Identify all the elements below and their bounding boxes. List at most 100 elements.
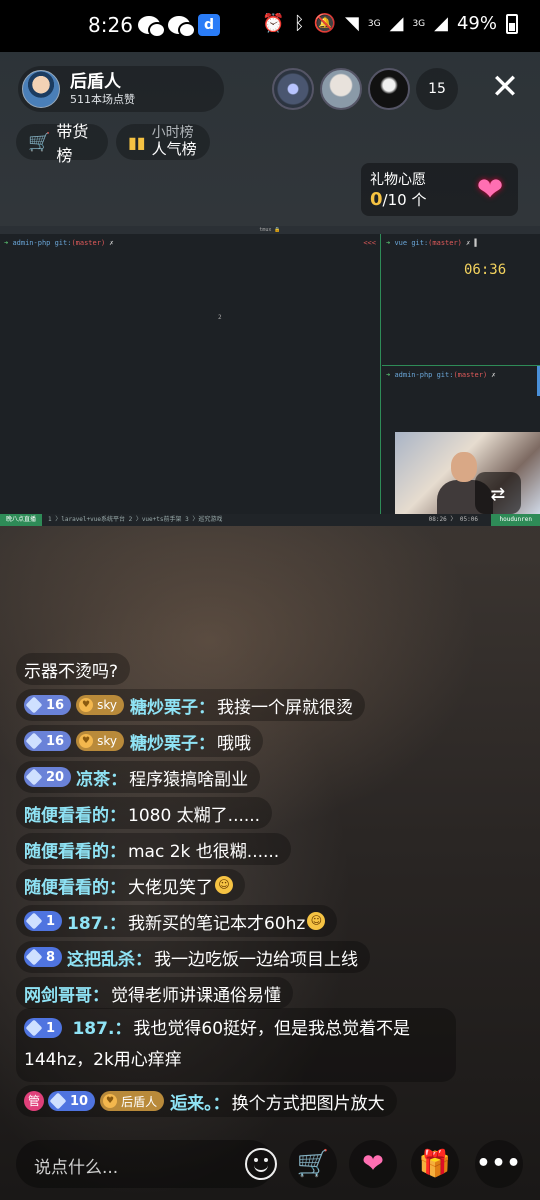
rank-chip[interactable]: ▮▮ 小时榜 人气榜 <box>116 124 210 160</box>
chat-message: 20 凉茶： 程序猿搞啥副业 <box>16 759 486 795</box>
diamond-icon <box>25 732 43 750</box>
viewer-count[interactable]: 15 <box>416 68 458 110</box>
chat-username[interactable]: 随便看看的： <box>24 837 126 862</box>
stream-video[interactable]: tmux 🔒 ➜ admin-php git:(master) ✗ <<< 2 … <box>0 226 540 526</box>
viewer-avatar[interactable] <box>272 68 314 110</box>
chat-message: 随便看看的： 1080 太糊了...... <box>16 795 486 831</box>
chat-username[interactable]: 随便看看的： <box>24 873 126 898</box>
host-likes: 511本场点赞 <box>70 92 135 106</box>
chat-message: 1 187.： 我也觉得60挺好，但是我总觉着不是144hz，2k用心痒痒 <box>16 1008 486 1082</box>
chat-message: 1 187.： 我新买的笔记本才60hz ☺ <box>16 903 486 939</box>
battery-icon <box>506 13 518 34</box>
tmux-host: houdunren <box>491 514 540 526</box>
diamond-icon <box>25 768 43 786</box>
host-info[interactable]: 后盾人 511本场点赞 <box>18 66 224 112</box>
level-badge: 8 <box>24 947 63 967</box>
gift-icon[interactable]: 🎁 <box>411 1140 459 1188</box>
heart-icon: ♥ <box>103 1094 118 1108</box>
chat-username[interactable]: 这把乱杀： <box>67 945 152 970</box>
level-badge: 20 <box>24 767 72 787</box>
chat-list[interactable]: 示器不烫吗? 16 ♥ sky 糖炒栗子： 我接一个屏就很烫 16 ♥ sky 糖炒… <box>16 651 486 1119</box>
chat-username[interactable]: 逅来。： <box>170 1089 230 1114</box>
diamond-icon <box>49 1092 67 1110</box>
fan-badge: ♥ sky <box>76 695 124 715</box>
goods-rank-chip[interactable]: 🛒 带货榜 <box>16 122 108 165</box>
comment-input[interactable]: 说点什么... <box>16 1140 277 1188</box>
hour-rank-label: 小时榜 <box>151 125 194 142</box>
tmux-session: 晚八点直播 <box>0 514 43 526</box>
battery-percent: 49% <box>456 13 497 34</box>
heart-icon: ❤ <box>476 170 504 208</box>
tmux-windows: 1 〉laravel+vue系统平台 2 〉vue+ts前手架 3 〉巡究游戏 <box>48 516 223 523</box>
chat-username[interactable]: 糖炒栗子： <box>130 729 215 754</box>
emoji-icon[interactable] <box>245 1148 277 1180</box>
chat-message: 示器不烫吗? <box>16 651 486 687</box>
diamond-icon <box>25 696 43 714</box>
chat-message: 管 10 ♥ 后盾人 逅来。： 换个方式把图片放大 <box>16 1083 486 1119</box>
system-icons: ⏰ ᛒ 🔕 ◥ 3G ◢ 3G ◢ 49% <box>262 13 518 34</box>
level-badge: 1 <box>24 911 63 931</box>
wish-total: /10 个 <box>382 191 427 209</box>
host-avatar[interactable] <box>22 70 60 108</box>
terminal-pane-left: ➜ admin-php git:(master) ✗ <<< 2 <box>0 234 381 514</box>
heart-icon[interactable]: ❤ <box>349 1140 397 1188</box>
diamond-icon <box>25 1019 43 1037</box>
close-icon[interactable]: ✕ <box>488 70 522 104</box>
chat-message: 随便看看的： mac 2k 也很糊...... <box>16 831 486 867</box>
chat-username[interactable]: 187.： <box>72 1019 131 1039</box>
level-badge: 1 <box>24 1018 63 1038</box>
viewer-avatar[interactable] <box>320 68 362 110</box>
heart-icon: ♥ <box>79 698 94 712</box>
app-notification-icon: d <box>198 14 220 36</box>
gift-wish-card[interactable]: 礼物心愿 0/10 个 ❤ <box>361 163 518 216</box>
host-name: 后盾人 <box>70 72 121 93</box>
comment-placeholder: 说点什么... <box>34 1158 119 1178</box>
chat-username[interactable]: 糖炒栗子： <box>130 693 215 718</box>
chat-username[interactable]: 网剑哥哥： <box>24 981 109 1006</box>
wechat-icon-2 <box>168 16 196 38</box>
manager-badge: 管 <box>24 1091 44 1111</box>
bar-chart-icon: ▮▮ <box>128 132 146 152</box>
prompt-line: ➜ vue git:(master) ✗ ▌ <box>386 239 479 247</box>
cart-icon: 🛒 <box>28 131 51 153</box>
wifi-icon: ◥ <box>345 13 359 34</box>
chat-message: 16 ♥ sky 糖炒栗子： 我接一个屏就很烫 <box>16 687 486 723</box>
rotate-screen-icon[interactable]: ⇄ <box>475 472 521 514</box>
fan-badge: ♥ 后盾人 <box>100 1091 165 1111</box>
pane-content: 2 <box>218 314 222 321</box>
tmux-clock: 08:26 〉 05:06 <box>428 516 478 523</box>
diamond-icon <box>25 948 43 966</box>
viewer-avatar[interactable] <box>368 68 410 110</box>
chat-username[interactable]: 187.： <box>67 909 126 934</box>
wechat-icon <box>138 16 166 38</box>
network-label-2: 3G <box>412 18 426 29</box>
popularity-rank-label: 人气榜 <box>151 140 197 159</box>
network-label: 3G <box>367 18 381 29</box>
prompt-line: ➜ admin-php git:(master) ✗ <box>386 371 496 379</box>
level-badge: 16 <box>24 731 72 751</box>
prompt-line: ➜ admin-php git:(master) ✗ <<< <box>4 239 376 247</box>
chat-message: 网剑哥哥： 觉得老师讲课通俗易懂 <box>16 975 486 1011</box>
bluetooth-icon: ᛒ <box>293 13 305 34</box>
chat-message: 16 ♥ sky 糖炒栗子： 哦哦 <box>16 723 486 759</box>
level-badge: 10 <box>48 1091 96 1111</box>
diamond-icon <box>25 912 43 930</box>
tmux-status-bar: 晚八点直播 1 〉laravel+vue系统平台 2 〉vue+ts前手架 3 〉… <box>0 514 540 526</box>
heart-icon: ♥ <box>79 734 94 748</box>
wish-current: 0 <box>370 189 383 210</box>
wish-title: 礼物心愿 <box>370 172 426 188</box>
viewer-list[interactable]: 15 <box>272 68 458 110</box>
goods-rank-label: 带货榜 <box>56 122 89 165</box>
chat-message: 随便看看的： 大佬见笑了 ☺ <box>16 867 486 903</box>
cart-icon[interactable]: 🛒 <box>289 1140 337 1188</box>
level-badge: 16 <box>24 695 72 715</box>
chat-message: 8 这把乱杀： 我一边吃饭一边给项目上线 <box>16 939 486 975</box>
more-icon[interactable]: ••• <box>475 1140 523 1188</box>
chat-username[interactable]: 凉茶： <box>76 765 127 790</box>
notification-icons: d <box>138 14 220 38</box>
chat-username[interactable]: 随便看看的： <box>24 801 126 826</box>
laughing-emoji-icon: ☺ <box>215 876 233 894</box>
stream-clock: 06:36 <box>464 262 507 278</box>
alarm-icon: ⏰ <box>262 13 285 34</box>
mute-icon: 🔕 <box>313 13 337 34</box>
